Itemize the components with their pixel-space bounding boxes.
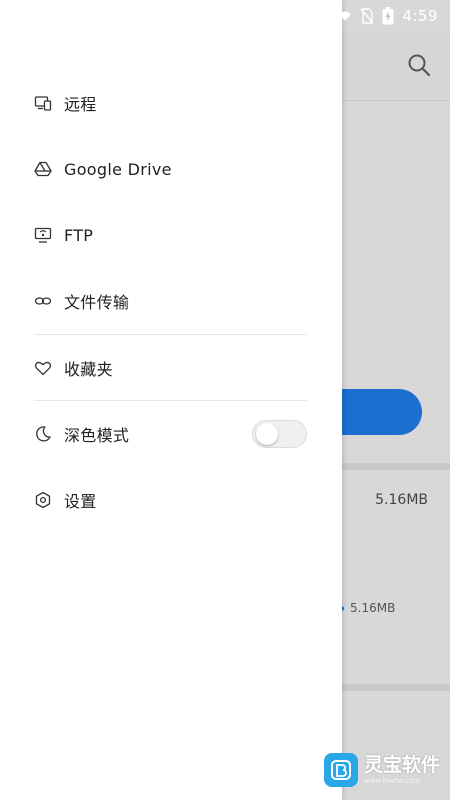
no-sim-icon [360, 8, 374, 24]
drawer-item-label: Google Drive [64, 159, 172, 179]
watermark-title: 灵宝软件 [364, 753, 441, 776]
drawer-item-label: FTP [64, 225, 94, 245]
screen: 5.16MB 5.16MB 4:59 远程 Google Drive FTP 文… [0, 0, 450, 800]
drawer-item-label: 收藏夹 [64, 360, 113, 379]
drawer-item-favorites[interactable]: 收藏夹 [34, 348, 308, 388]
link-infinity-icon [34, 292, 52, 310]
storage-size-small-label: 5.16MB [350, 601, 396, 615]
watermark-text: 灵宝软件 www.lbwtw.com [364, 753, 441, 785]
search-icon[interactable] [406, 52, 432, 78]
navigation-drawer: 远程 Google Drive FTP 文件传输 收藏夹 深色模式 设置 [0, 0, 342, 800]
toggle-knob [256, 423, 278, 445]
storage-size-label: 5.16MB [375, 492, 428, 508]
drawer-item-label: 深色模式 [64, 426, 130, 445]
settings-hex-icon [34, 491, 52, 509]
drawer-divider [34, 334, 307, 335]
ftp-monitor-icon [34, 226, 52, 244]
drawer-item-label: 文件传输 [64, 293, 130, 312]
status-bar: 4:59 [338, 0, 450, 32]
drawer-item-remote[interactable]: 远程 [34, 83, 308, 123]
wifi-icon [338, 9, 352, 23]
dark-mode-toggle[interactable] [252, 420, 307, 448]
drawer-item-settings[interactable]: 设置 [34, 480, 308, 520]
watermark-url: www.lbwtw.com [364, 776, 420, 785]
heart-icon [34, 359, 52, 377]
remote-device-icon [34, 94, 52, 112]
drawer-item-ftp[interactable]: FTP [34, 215, 308, 255]
drawer-item-label: 远程 [64, 95, 97, 114]
drawer-item-label: 设置 [64, 492, 97, 511]
watermark: 灵宝软件 www.lbwtw.com [324, 753, 440, 787]
status-time: 4:59 [402, 7, 438, 25]
google-drive-icon [34, 160, 52, 178]
drawer-item-google-drive[interactable]: Google Drive [34, 149, 308, 189]
drawer-divider [34, 400, 307, 401]
battery-charging-icon [382, 7, 394, 25]
watermark-logo-icon [324, 753, 358, 787]
drawer-item-file-transfer[interactable]: 文件传输 [34, 281, 308, 321]
moon-icon [34, 425, 52, 443]
